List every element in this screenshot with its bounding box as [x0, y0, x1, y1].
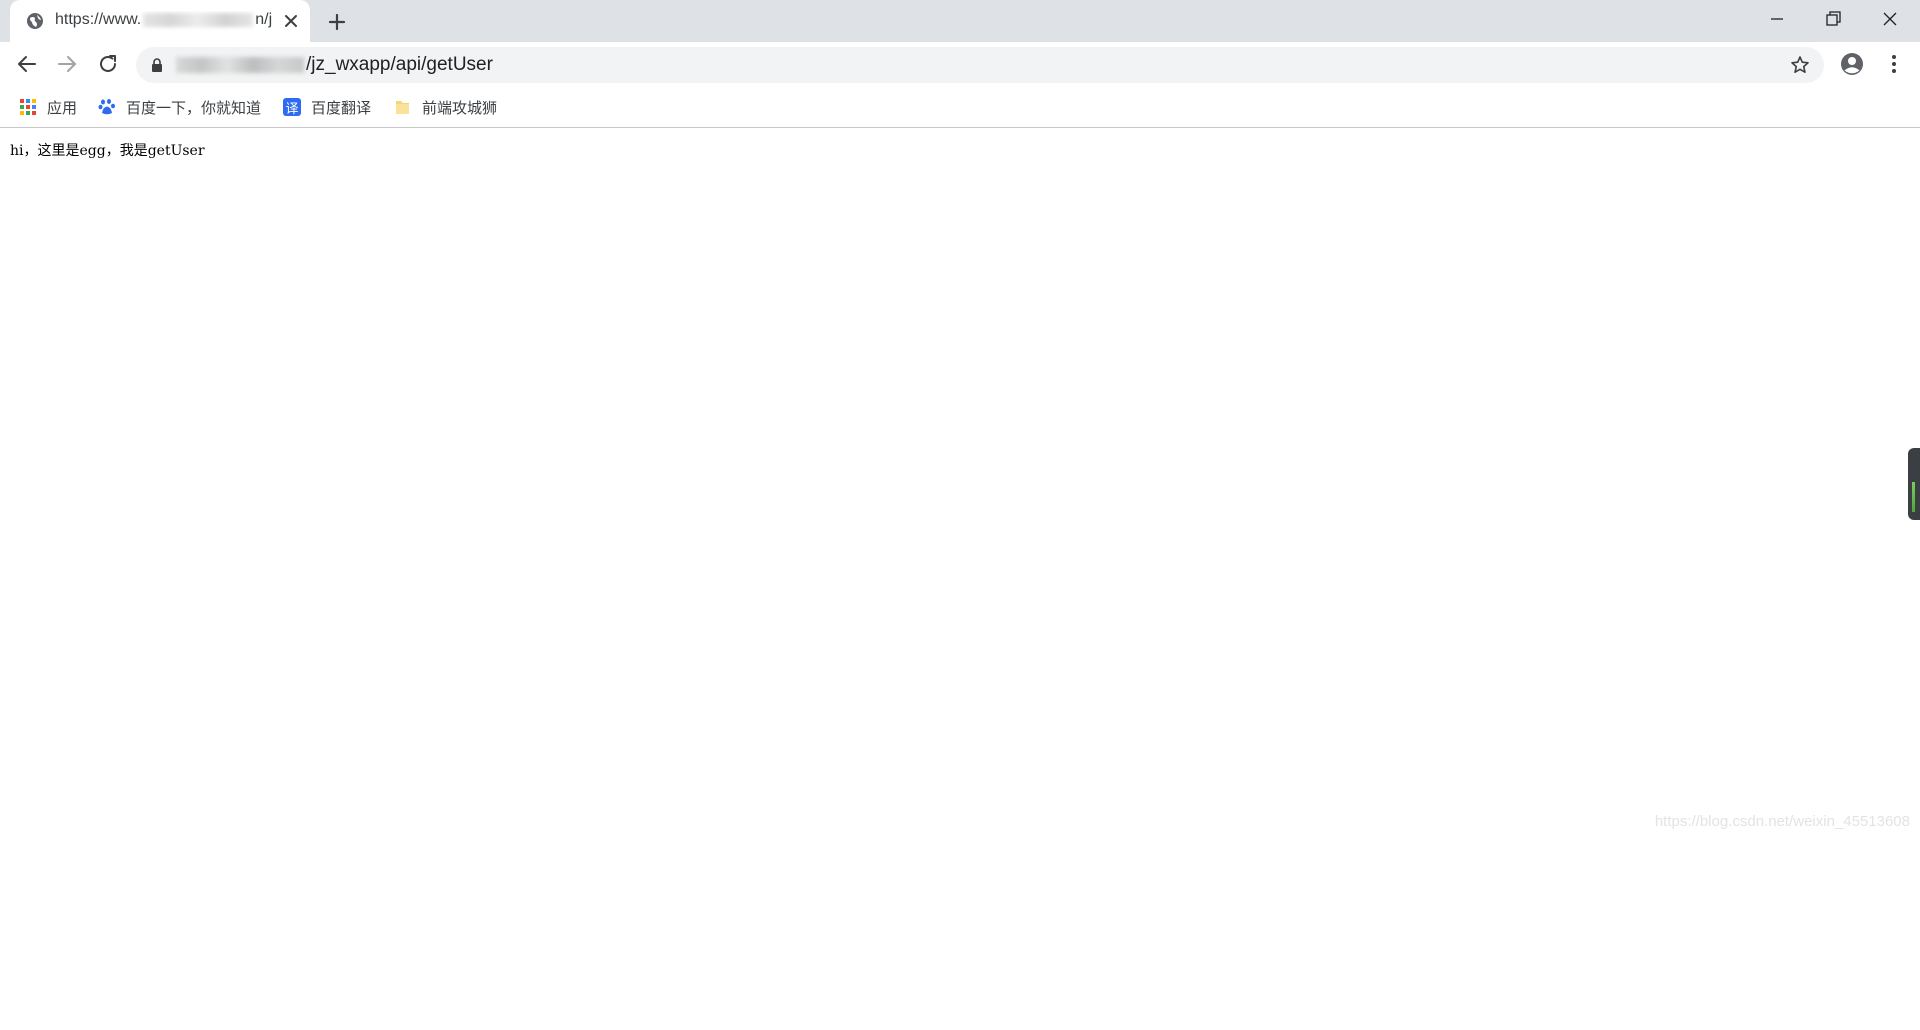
- minimize-icon[interactable]: [1766, 8, 1788, 30]
- more-vertical-icon[interactable]: [1882, 52, 1906, 76]
- browser-toolbar: /jz_wxapp/api/getUser: [0, 42, 1920, 87]
- bookmarks-bar: 应用 百度一下，你就知道 译 百度翻译 前端攻城狮: [0, 87, 1920, 128]
- window-close-icon[interactable]: [1879, 8, 1901, 30]
- restore-icon[interactable]: [1822, 8, 1844, 30]
- globe-icon: [27, 13, 43, 29]
- address-bar[interactable]: /jz_wxapp/api/getUser: [136, 47, 1824, 83]
- close-icon[interactable]: [282, 12, 300, 30]
- bookmark-label: 百度翻译: [311, 99, 372, 117]
- back-arrow-icon[interactable]: [15, 52, 39, 76]
- tab-title-prefix: https://www.: [55, 11, 142, 28]
- lock-icon[interactable]: [150, 58, 164, 72]
- star-icon[interactable]: [1790, 55, 1810, 75]
- side-widget-handle[interactable]: [1908, 448, 1920, 520]
- redacted-blur: [176, 56, 304, 73]
- baidu-paw-icon: [98, 99, 115, 115]
- new-tab-icon[interactable]: [326, 11, 348, 33]
- bookmark-baidu-translate[interactable]: 译 百度翻译: [283, 95, 371, 119]
- bookmark-label: 前端攻城狮: [422, 99, 498, 117]
- translate-icon: 译: [283, 98, 301, 117]
- tab-title: https://www. n/j: [55, 11, 280, 31]
- watermark: https://blog.csdn.net/weixin_45513608: [1654, 813, 1910, 830]
- page-body-text: hi，这里是egg，我是getUser: [10, 143, 205, 159]
- apps-grid-icon: [20, 99, 36, 115]
- bookmark-label: 应用: [47, 99, 78, 117]
- url-text[interactable]: /jz_wxapp/api/getUser: [176, 54, 493, 76]
- folder-icon: [396, 101, 409, 114]
- bookmark-label: 百度一下，你就知道: [126, 99, 262, 117]
- bookmark-folder[interactable]: 前端攻城狮: [394, 95, 497, 119]
- level-indicator: [1912, 482, 1915, 512]
- tab-strip: https://www. n/j: [0, 0, 1920, 42]
- reload-icon[interactable]: [96, 52, 120, 76]
- redacted-blur: [143, 12, 254, 27]
- forward-arrow-icon[interactable]: [55, 52, 79, 76]
- tab-title-suffix: n/j: [255, 11, 273, 28]
- bookmark-apps[interactable]: 应用: [19, 95, 77, 119]
- browser-tab[interactable]: https://www. n/j: [10, 0, 310, 42]
- bookmark-baidu[interactable]: 百度一下，你就知道: [98, 95, 261, 119]
- account-icon[interactable]: [1840, 52, 1864, 76]
- url-path: /jz_wxapp/api/getUser: [306, 54, 493, 75]
